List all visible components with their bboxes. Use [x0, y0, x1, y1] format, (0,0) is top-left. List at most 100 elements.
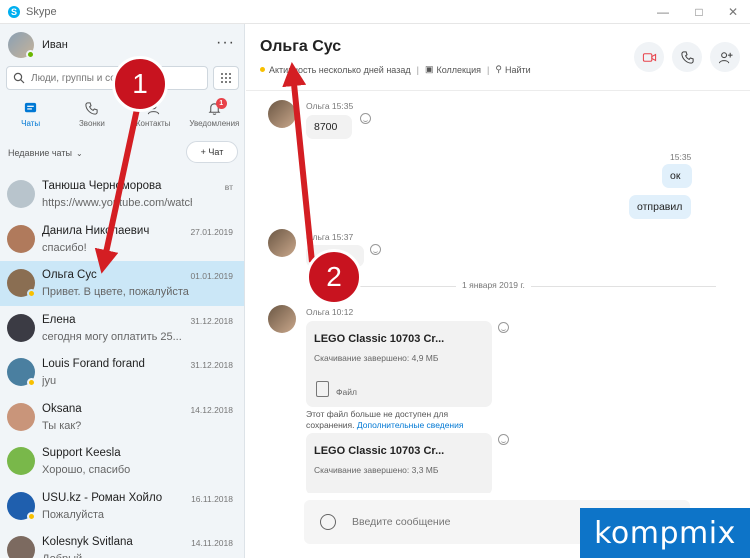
chat-date: 16.11.2018	[191, 493, 233, 504]
activity-status: Активность несколько дней назад	[269, 64, 411, 75]
message-bubble[interactable]: отправил	[629, 195, 691, 219]
brand-watermark: kompmix	[580, 508, 750, 558]
chat-list-item[interactable]: Louis Forand forand jyu 31.12.2018	[0, 350, 244, 395]
chat-preview: jyu	[42, 375, 57, 387]
emoji-icon[interactable]	[320, 514, 336, 530]
dialpad-icon	[221, 73, 231, 83]
recent-chats-label: Недавние чаты	[8, 148, 72, 158]
audio-call-button[interactable]	[672, 42, 702, 72]
chat-name: Данила Николаевич	[42, 224, 150, 237]
reaction-icon[interactable]	[498, 434, 509, 445]
away-status-icon	[27, 511, 36, 521]
file-type: Файл	[336, 387, 357, 397]
chat-icon	[25, 102, 37, 112]
away-status-icon	[27, 289, 36, 298]
minimize-button[interactable]: —	[646, 0, 680, 24]
chat-list-item[interactable]: Kolesnyk Svitlana Добрый 14.11.2018	[0, 528, 244, 558]
step-1-marker: 1	[112, 56, 168, 112]
chat-date: 01.01.2019	[190, 271, 233, 281]
gallery-icon: ▣	[424, 64, 434, 74]
chat-date: 31.12.2018	[190, 315, 233, 326]
search-box[interactable]	[6, 66, 208, 90]
video-call-button[interactable]	[634, 42, 664, 72]
avatar	[7, 224, 35, 253]
tab-chats[interactable]: Чаты	[0, 96, 61, 132]
find-link[interactable]: Найти	[505, 65, 531, 75]
video-camera-icon	[642, 52, 656, 62]
new-chat-button[interactable]: + Чат	[186, 141, 238, 163]
collection-link[interactable]: Коллекция	[436, 65, 481, 75]
chat-list: Танюша Черноморова https://www.youtube.co…	[0, 172, 244, 558]
message-meta: Ольга 10:12	[306, 307, 354, 317]
recent-chats-filter[interactable]: Недавние чаты ⌄	[8, 148, 83, 158]
chat-list-item[interactable]: Oksana Ты как? 14.12.2018	[0, 395, 244, 440]
online-status-icon	[26, 50, 35, 59]
file-name: LEGO Classic 10703 Cr...	[314, 445, 445, 457]
notification-badge: 1	[215, 98, 227, 109]
away-status-icon	[27, 378, 36, 387]
avatar	[7, 402, 35, 431]
chat-date: вт	[224, 182, 233, 192]
chat-name: Танюша Черноморова	[42, 180, 162, 192]
message-bubble[interactable]: ок	[662, 164, 692, 188]
file-status: Скачивание завершено: 4,9 МБ	[314, 353, 439, 363]
window-title: Skype	[26, 5, 57, 18]
profile[interactable]: Иван	[8, 32, 68, 59]
step-2-marker: 2	[306, 249, 362, 305]
file-name: LEGO Classic 10703 Cr...	[314, 333, 445, 345]
message-meta: Ольга 15:37	[306, 232, 354, 242]
chat-name: Support Keesla	[42, 447, 121, 459]
conversation-title: Ольга Сус	[260, 38, 342, 55]
profile-avatar[interactable]	[8, 32, 35, 59]
close-button[interactable]: ✕	[716, 0, 750, 24]
chat-name: Louis Forand forand	[42, 358, 145, 370]
message-meta: Ольга 15:35	[306, 101, 354, 111]
file-attachment[interactable]: LEGO Classic 10703 Cr... Скачивание заве…	[306, 321, 492, 407]
tab-label: Чаты	[21, 118, 41, 128]
chat-name: Елена	[42, 313, 76, 326]
divider: |	[487, 64, 490, 75]
message-input[interactable]	[352, 512, 512, 532]
chat-date: 27.01.2019	[190, 226, 233, 237]
more-info-link[interactable]: Дополнительные сведения	[357, 420, 464, 430]
reaction-icon[interactable]	[370, 244, 381, 255]
avatar	[7, 491, 36, 521]
file-note-line: сохранения. Дополнительные сведения	[306, 420, 463, 431]
maximize-button[interactable]: □	[682, 0, 716, 24]
reaction-icon[interactable]	[360, 113, 371, 124]
search-icon	[13, 72, 25, 84]
chat-preview: Хорошо, спасибо	[42, 464, 131, 476]
chat-preview: Ты как?	[42, 419, 82, 432]
avatar	[7, 447, 35, 475]
file-icon	[316, 381, 329, 397]
reaction-icon[interactable]	[498, 322, 509, 333]
tab-notifications[interactable]: 1 Уведомления	[184, 96, 244, 132]
chat-list-item[interactable]: Елена сегодня могу оплатить 25... 31.12.20…	[0, 306, 244, 351]
avatar	[7, 536, 35, 558]
chat-list-item[interactable]: Support Keesla Хорошо, спасибо	[0, 439, 244, 484]
conversation-subheader: Активность несколько дней назад | ▣ Колл…	[260, 64, 531, 75]
avatar	[268, 305, 296, 333]
chat-list-item[interactable]: Танюша Черноморова https://www.youtube.co…	[0, 172, 244, 217]
more-options-button[interactable]: ···	[216, 34, 235, 52]
chat-preview: Пожалуйста	[42, 508, 104, 521]
dialpad-button[interactable]	[213, 66, 239, 90]
profile-name: Иван	[42, 39, 68, 51]
chat-list-item[interactable]: Ольга Сус Привет. В цвете, пожалуйста 01.0…	[0, 261, 244, 306]
tab-label: Контакты	[135, 118, 171, 128]
chat-preview: спасибо!	[42, 241, 87, 254]
avatar	[7, 358, 36, 387]
file-attachment[interactable]: LEGO Classic 10703 Cr... Скачивание заве…	[306, 433, 492, 493]
chat-list-item[interactable]: USU.kz - Роман Хойло Пожалуйста 16.11.2018	[0, 484, 244, 529]
tab-calls[interactable]: Звонки	[61, 96, 122, 132]
avatar	[7, 313, 35, 342]
tab-label: Уведомления	[189, 118, 240, 128]
title-bar: S Skype	[0, 0, 750, 24]
avatar	[268, 229, 296, 257]
divider: |	[416, 64, 419, 75]
message-bubble[interactable]: 8700	[306, 115, 352, 139]
chat-list-item[interactable]: Данила Николаевич спасибо! 27.01.2019	[0, 217, 244, 262]
add-participant-button[interactable]	[710, 42, 740, 72]
phone-icon	[85, 101, 99, 115]
phone-icon	[680, 50, 694, 64]
